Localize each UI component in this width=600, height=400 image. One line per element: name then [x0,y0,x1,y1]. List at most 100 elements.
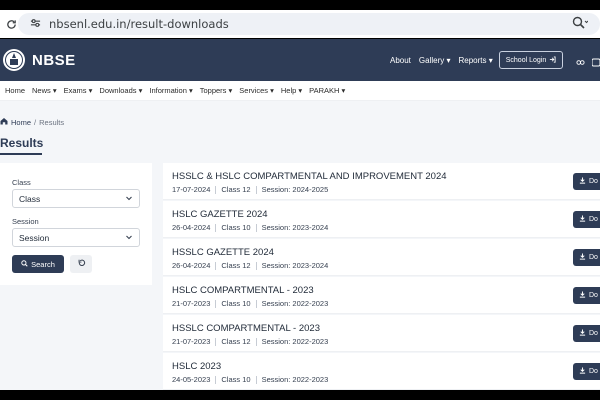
download-icon [579,367,586,376]
result-title: HSSLC COMPARTMENTAL - 2023 [172,323,320,334]
result-class: Class 10 [221,375,251,384]
result-title: HSSLC & HSLC COMPARTMENTAL AND IMPROVEME… [172,171,447,182]
nbse-logo-icon[interactable] [2,48,26,72]
chevron-down-icon [125,233,133,243]
login-icon [549,55,556,65]
search-button-label: Search [31,259,55,269]
address-bar[interactable]: nbsenl.edu.in/result-downloads [18,13,600,35]
result-title: HSSLC GAZETTE 2024 [172,247,274,258]
page-title: Results [0,136,44,150]
result-date: 17-07-2024 [172,185,211,194]
nav-toppers[interactable]: Toppers ▾ [200,86,233,95]
search-icon [21,259,28,269]
school-login-button[interactable]: School Login [499,51,563,69]
session-select[interactable]: Session [12,228,140,247]
accessibility-icon[interactable] [576,54,585,72]
download-label: Do [589,368,598,375]
result-title: HSLC COMPARTMENTAL - 2023 [172,285,314,296]
download-button[interactable]: Do [573,325,600,342]
nav-exams[interactable]: Exams ▾ [64,86,93,95]
download-icon [579,177,586,186]
result-date: 21-07-2023 [172,337,211,346]
top-nav-gallery[interactable]: Gallery ▾ [419,56,451,65]
filter-panel: Class Class Session Session Search [0,163,152,285]
nav-services[interactable]: Services ▾ [239,86,274,95]
result-meta: 21-07-2023 Class 10 Session: 2022-2023 [172,299,328,308]
download-label: Do [589,216,598,223]
download-label: Do [589,178,598,185]
result-date: 26-04-2024 [172,261,211,270]
session-select-value: Session [19,232,50,243]
chevron-down-icon [125,194,133,204]
zoom-icon[interactable] [572,16,589,35]
top-nav-reports[interactable]: Reports ▾ [458,56,492,65]
reload-icon[interactable] [4,17,18,31]
page-content: Home / Results Results Class Class Sessi… [0,101,600,390]
download-icon [579,215,586,224]
result-class: Class 10 [221,223,251,232]
result-title: HSLC 2023 [172,361,222,372]
breadcrumb-separator: / [34,117,37,127]
result-row: HSLC 2023 24-05-2023 Class 10 Session: 2… [163,353,600,390]
result-date: 21-07-2023 [172,299,211,308]
result-session: Session: 2023-2024 [261,223,329,232]
result-class: Class 12 [221,185,251,194]
result-title: HSLC GAZETTE 2024 [172,209,268,220]
nav-parakh[interactable]: PARAKH ▾ [309,86,345,95]
session-label: Session [12,217,39,226]
nav-information[interactable]: Information ▾ [149,86,192,95]
nav-help[interactable]: Help ▾ [281,86,302,95]
breadcrumb: Home / Results [0,117,64,127]
result-row: HSSLC COMPARTMENTAL - 2023 21-07-2023 Cl… [163,315,600,352]
download-label: Do [589,330,598,337]
result-meta: 26-04-2024 Class 10 Session: 2023-2024 [172,223,328,232]
result-date: 24-05-2023 [172,375,211,384]
download-button[interactable]: Do [573,173,600,190]
download-icon [579,291,586,300]
download-label: Do [589,254,598,261]
result-session: Session: 2024-2025 [261,185,329,194]
school-login-label: School Login [505,56,547,64]
class-select-value: Class [19,193,41,204]
reset-button[interactable] [70,255,92,273]
result-row: HSLC GAZETTE 2024 26-04-2024 Class 10 Se… [163,201,600,238]
brand-name[interactable]: NBSE [32,52,76,69]
result-class: Class 12 [221,337,251,346]
top-nav-about[interactable]: About [390,56,411,65]
result-class: Class 12 [221,261,251,270]
nav-downloads[interactable]: Downloads ▾ [99,86,142,95]
result-session: Session: 2022-2023 [261,375,329,384]
result-meta: 21-07-2023 Class 12 Session: 2022-2023 [172,337,328,346]
download-label: Do [589,292,598,299]
download-icon [579,253,586,262]
screen-bottom-bezel [0,390,600,400]
result-row: HSSLC & HSLC COMPARTMENTAL AND IMPROVEME… [163,163,600,200]
result-meta: 24-05-2023 Class 10 Session: 2022-2023 [172,375,328,384]
result-date: 26-04-2024 [172,223,211,232]
download-button[interactable]: Do [573,363,600,380]
result-session: Session: 2022-2023 [261,337,329,346]
home-icon [0,117,8,127]
breadcrumb-current: Results [39,117,65,127]
result-session: Session: 2022-2023 [261,299,329,308]
youtube-icon[interactable] [591,54,600,72]
breadcrumb-home[interactable]: Home [11,118,31,127]
download-button[interactable]: Do [573,249,600,266]
url-text: nbsenl.edu.in/result-downloads [49,17,229,31]
result-row: HSLC COMPARTMENTAL - 2023 21-07-2023 Cla… [163,277,600,314]
site-settings-icon[interactable] [30,15,41,33]
download-icon [579,329,586,338]
result-meta: 17-07-2024 Class 12 Session: 2024-2025 [172,185,328,194]
result-meta: 26-04-2024 Class 12 Session: 2023-2024 [172,261,328,270]
nav-news[interactable]: News ▾ [32,86,57,95]
download-button[interactable]: Do [573,287,600,304]
search-button[interactable]: Search [12,255,64,273]
class-select[interactable]: Class [12,189,140,208]
result-session: Session: 2023-2024 [261,261,329,270]
main-nav: Home News ▾ Exams ▾ Downloads ▾ Informat… [0,81,600,101]
download-button[interactable]: Do [573,211,600,228]
result-class: Class 10 [221,299,251,308]
nav-home[interactable]: Home [5,86,25,95]
top-nav: About Gallery ▾ Reports ▾ [390,39,493,81]
site-header: NBSE About Gallery ▾ Reports ▾ School Lo… [0,39,600,81]
